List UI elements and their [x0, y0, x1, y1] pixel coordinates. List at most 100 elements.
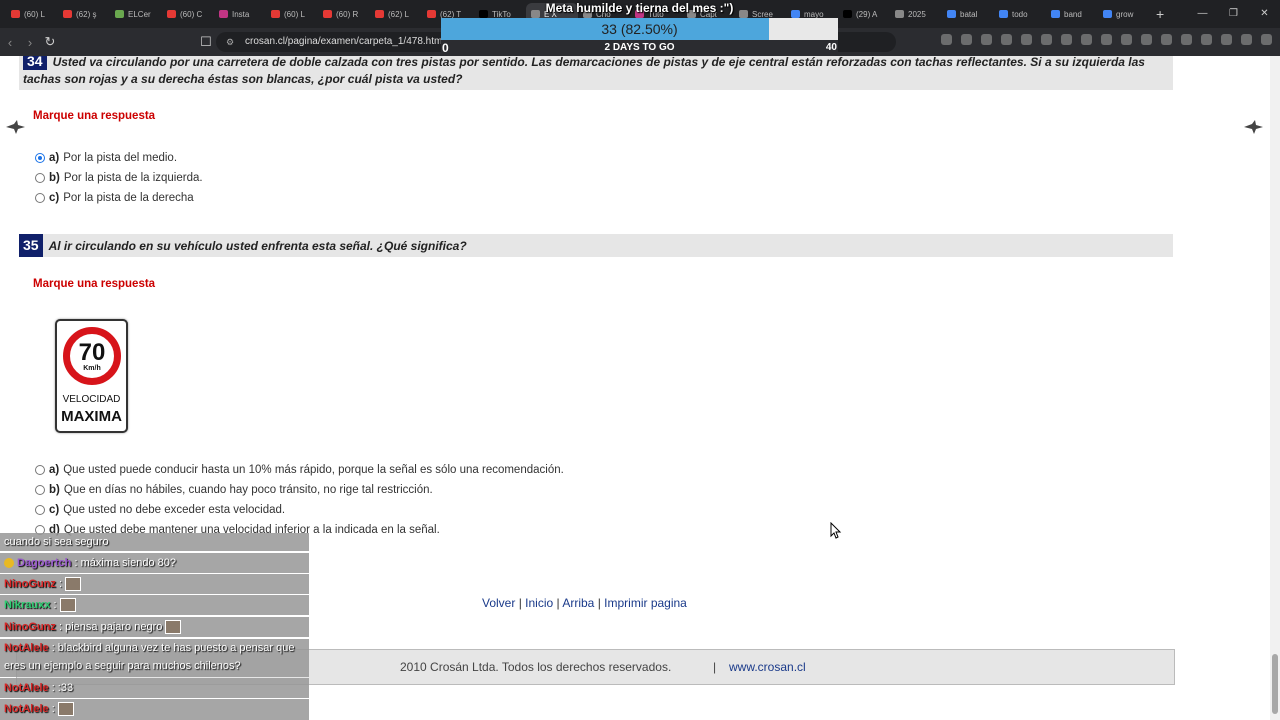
extension-icon[interactable] [1201, 34, 1212, 45]
chat-username: NinoGunz [4, 621, 56, 633]
chat-message: cuando si sea seguro [0, 533, 309, 551]
link-separator: | [597, 596, 601, 610]
tab-favicon-icon [843, 10, 852, 18]
extension-icon[interactable] [1021, 34, 1032, 45]
page-scrollbar[interactable] [1270, 56, 1280, 720]
chat-text: : piensa pajaro negro [59, 621, 163, 633]
footer-links: Volver | Inicio | Arriba | Imprimir pagi… [482, 596, 687, 610]
bird-icon [6, 120, 25, 134]
answer-option[interactable]: a) Por la pista del medio. [35, 152, 177, 164]
answer-prompt: Marque una respuesta [33, 278, 156, 290]
radio-button[interactable] [35, 465, 45, 475]
extension-icon[interactable] [981, 34, 992, 45]
chat-text: : máxima siendo 80? [74, 557, 176, 569]
option-text: Que en días no hábiles, cuando hay poco … [63, 484, 433, 496]
extension-icon[interactable] [1161, 34, 1172, 45]
extension-icon[interactable] [961, 34, 972, 45]
radio-button[interactable] [35, 153, 45, 163]
browser-tab[interactable]: 2025 [890, 3, 942, 25]
link-imprimir[interactable]: Imprimir pagina [604, 596, 687, 610]
answer-option[interactable]: a) Que usted puede conducir hasta un 10% … [35, 464, 564, 476]
browser-tab[interactable]: (62) L [370, 3, 422, 25]
chat-badge-icon [4, 558, 14, 569]
tab-favicon-icon [895, 10, 904, 18]
sign-line-1: VELOCIDAD [62, 394, 121, 405]
tab-favicon-icon [1051, 10, 1060, 18]
browser-tab[interactable]: todo [994, 3, 1046, 25]
restore-icon[interactable]: ❐ [1218, 0, 1249, 28]
back-icon[interactable]: ‹ [0, 35, 20, 50]
stream-goal-widget: Meta humilde y tierna del mes :") 33 (82… [441, 0, 838, 56]
extension-icon[interactable] [1141, 34, 1152, 45]
tab-favicon-icon [11, 10, 20, 18]
link-arriba[interactable]: Arriba [562, 596, 594, 610]
tab-favicon-icon [947, 10, 956, 18]
stream-chat-overlay: cuando si sea seguro Dagoertch : máxima s… [0, 533, 309, 720]
extension-icon[interactable] [1181, 34, 1192, 45]
extension-icon[interactable] [941, 34, 952, 45]
reload-icon[interactable]: ↻ [40, 34, 60, 50]
tab-favicon-icon [323, 10, 332, 18]
answer-option[interactable]: c) Que usted no debe exceder esta velocid… [35, 504, 285, 516]
extension-icon[interactable] [1101, 34, 1112, 45]
copyright-separator: | [713, 660, 717, 674]
extension-icon[interactable] [1061, 34, 1072, 45]
chat-message: NotAlele : blackbird alguna vez te has p… [0, 639, 309, 677]
extension-icon[interactable] [1041, 34, 1052, 45]
browser-tab[interactable]: (60) C [162, 3, 214, 25]
tab-favicon-icon [1103, 10, 1112, 18]
radio-button[interactable] [35, 193, 45, 203]
browser-tab[interactable]: (60) L [266, 3, 318, 25]
browser-tab[interactable]: ELCer [110, 3, 162, 25]
browser-tab[interactable]: (29) A [838, 3, 890, 25]
bookmark-icon[interactable]: ☐ [196, 34, 216, 50]
tab-label: 2025 [908, 9, 926, 19]
goal-title: Meta humilde y tierna del mes :") [545, 1, 734, 15]
site-link[interactable]: www.crosan.cl [729, 650, 806, 684]
url-text: crosan.cl/pagina/examen/carpeta_1/478.ht… [245, 36, 443, 47]
question-text: Al ir circulando en su vehículo usted en… [48, 239, 467, 253]
tab-label: Insta [232, 9, 250, 19]
tab-label: (60) C [180, 9, 203, 19]
goal-progress-bar: 33 (82.50%) [441, 18, 838, 40]
browser-tab[interactable]: band [1046, 3, 1098, 25]
extension-icon[interactable] [1121, 34, 1132, 45]
extension-icon[interactable] [1261, 34, 1272, 45]
answer-option[interactable]: b) Por la pista de la izquierda. [35, 172, 203, 184]
browser-tab[interactable]: Insta [214, 3, 266, 25]
browser-tab[interactable]: grow [1098, 3, 1150, 25]
link-inicio[interactable]: Inicio [525, 596, 553, 610]
scrollbar-thumb[interactable] [1272, 654, 1278, 714]
new-tab-icon[interactable]: + [1156, 6, 1164, 22]
chat-emote-icon [59, 598, 76, 613]
extension-icon[interactable] [1081, 34, 1092, 45]
forward-icon[interactable]: › [20, 35, 40, 50]
question-number: 34 [23, 56, 47, 70]
sign-unit: Km/h [83, 365, 101, 372]
radio-button[interactable] [35, 485, 45, 495]
sign-speed: 70 [78, 339, 106, 366]
speed-limit-ring: 70 Km/h [63, 327, 121, 385]
answer-option[interactable]: c) Por la pista de la derecha [35, 192, 194, 204]
extension-icon[interactable] [1221, 34, 1232, 45]
extension-icons [941, 34, 1272, 45]
extension-icon[interactable] [1001, 34, 1012, 45]
minimize-icon[interactable]: — [1187, 0, 1218, 28]
sign-line-2: MAXIMA [61, 408, 122, 425]
chat-text: : :33 [51, 682, 74, 694]
chat-message: Dagoertch : máxima siendo 80? [0, 553, 309, 573]
browser-tab[interactable]: (60) L [6, 3, 58, 25]
answer-prompt: Marque una respuesta [33, 110, 156, 122]
browser-tab[interactable]: (60) R [318, 3, 370, 25]
site-info-icon[interactable]: ⚙ [226, 32, 234, 52]
bird-icon [1244, 120, 1263, 134]
browser-tab[interactable]: (62) ş [58, 3, 110, 25]
browser-tab[interactable]: batal [942, 3, 994, 25]
extension-icon[interactable] [1241, 34, 1252, 45]
radio-button[interactable] [35, 505, 45, 515]
tab-favicon-icon [427, 10, 436, 18]
close-icon[interactable]: ✕ [1249, 0, 1280, 28]
link-volver[interactable]: Volver [482, 596, 515, 610]
answer-option[interactable]: b) Que en días no hábiles, cuando hay poc… [35, 484, 433, 496]
radio-button[interactable] [35, 173, 45, 183]
